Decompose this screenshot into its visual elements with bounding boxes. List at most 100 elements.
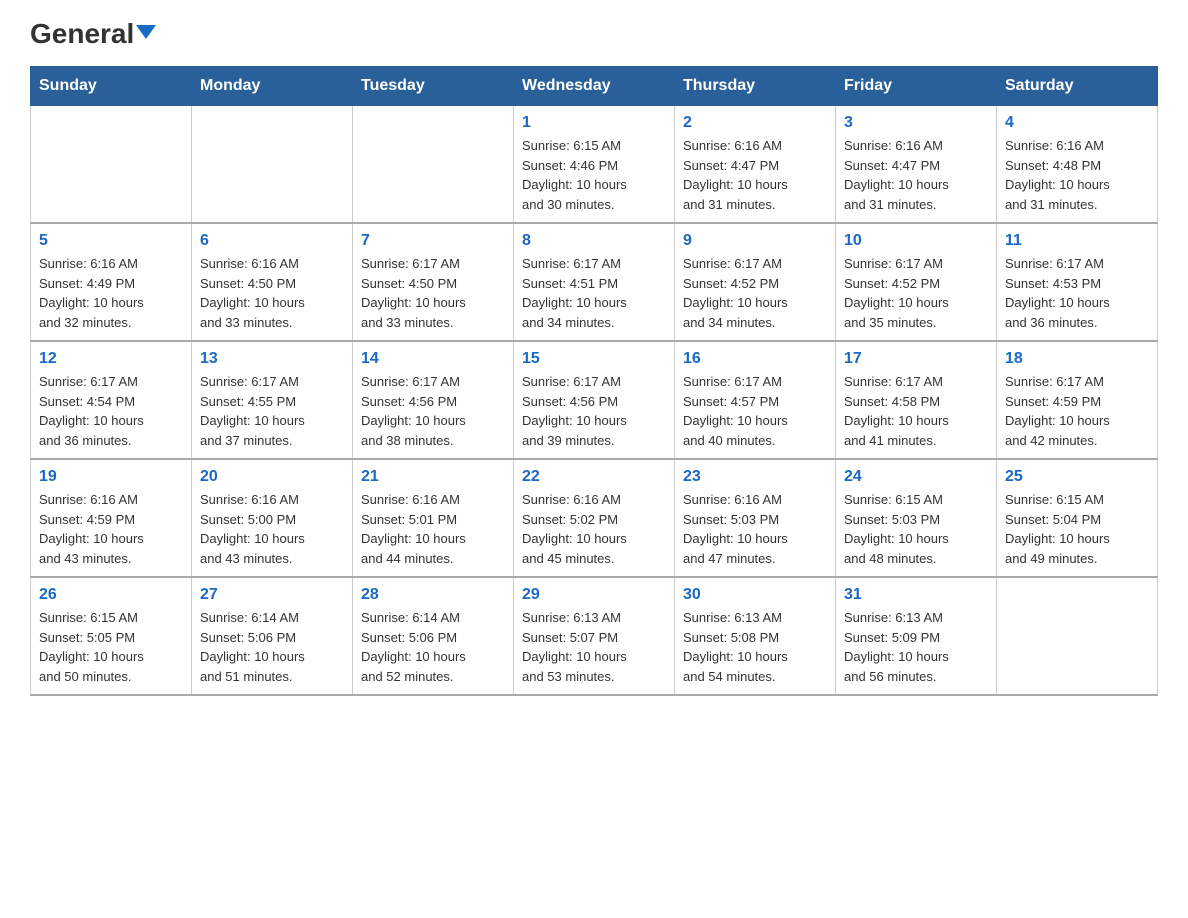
calendar-cell: 25 Sunrise: 6:15 AMSunset: 5:04 PMDayligh… xyxy=(997,459,1158,577)
calendar-week-row: 12 Sunrise: 6:17 AMSunset: 4:54 PMDayligh… xyxy=(31,341,1158,459)
day-number: 24 xyxy=(844,468,988,486)
day-number: 23 xyxy=(683,468,827,486)
day-info: Sunrise: 6:15 AMSunset: 5:05 PMDaylight:… xyxy=(39,608,183,686)
page-header: General xyxy=(30,20,1158,46)
day-info: Sunrise: 6:16 AMSunset: 5:02 PMDaylight:… xyxy=(522,490,666,568)
weekday-header-monday: Monday xyxy=(192,67,353,106)
day-info: Sunrise: 6:17 AMSunset: 4:56 PMDaylight:… xyxy=(522,372,666,450)
calendar-cell: 5 Sunrise: 6:16 AMSunset: 4:49 PMDaylight… xyxy=(31,223,192,341)
day-number: 7 xyxy=(361,232,505,250)
day-info: Sunrise: 6:17 AMSunset: 4:50 PMDaylight:… xyxy=(361,254,505,332)
day-info: Sunrise: 6:14 AMSunset: 5:06 PMDaylight:… xyxy=(361,608,505,686)
weekday-header-friday: Friday xyxy=(836,67,997,106)
day-number: 16 xyxy=(683,350,827,368)
calendar-cell: 20 Sunrise: 6:16 AMSunset: 5:00 PMDayligh… xyxy=(192,459,353,577)
weekday-header-tuesday: Tuesday xyxy=(353,67,514,106)
day-info: Sunrise: 6:13 AMSunset: 5:09 PMDaylight:… xyxy=(844,608,988,686)
day-info: Sunrise: 6:16 AMSunset: 4:47 PMDaylight:… xyxy=(683,136,827,214)
day-number: 2 xyxy=(683,114,827,132)
calendar-cell: 12 Sunrise: 6:17 AMSunset: 4:54 PMDayligh… xyxy=(31,341,192,459)
calendar-cell xyxy=(353,106,514,224)
day-number: 25 xyxy=(1005,468,1149,486)
calendar-cell: 8 Sunrise: 6:17 AMSunset: 4:51 PMDaylight… xyxy=(514,223,675,341)
calendar-cell: 6 Sunrise: 6:16 AMSunset: 4:50 PMDaylight… xyxy=(192,223,353,341)
day-number: 1 xyxy=(522,114,666,132)
day-number: 29 xyxy=(522,586,666,604)
day-number: 22 xyxy=(522,468,666,486)
day-info: Sunrise: 6:13 AMSunset: 5:08 PMDaylight:… xyxy=(683,608,827,686)
calendar-cell: 28 Sunrise: 6:14 AMSunset: 5:06 PMDayligh… xyxy=(353,577,514,695)
calendar-cell: 31 Sunrise: 6:13 AMSunset: 5:09 PMDayligh… xyxy=(836,577,997,695)
calendar-cell: 17Sunrise: 6:17 AMSunset: 4:58 PMDayligh… xyxy=(836,341,997,459)
day-number: 19 xyxy=(39,468,183,486)
day-info: Sunrise: 6:15 AMSunset: 5:03 PMDaylight:… xyxy=(844,490,988,568)
calendar-cell: 27 Sunrise: 6:14 AMSunset: 5:06 PMDayligh… xyxy=(192,577,353,695)
day-info: Sunrise: 6:16 AMSunset: 4:47 PMDaylight:… xyxy=(844,136,988,214)
day-info: Sunrise: 6:17 AMSunset: 4:55 PMDaylight:… xyxy=(200,372,344,450)
weekday-header-thursday: Thursday xyxy=(675,67,836,106)
day-info: Sunrise: 6:14 AMSunset: 5:06 PMDaylight:… xyxy=(200,608,344,686)
day-number: 27 xyxy=(200,586,344,604)
calendar-week-row: 26Sunrise: 6:15 AMSunset: 5:05 PMDayligh… xyxy=(31,577,1158,695)
calendar-cell: 3 Sunrise: 6:16 AMSunset: 4:47 PMDaylight… xyxy=(836,106,997,224)
calendar-cell: 21 Sunrise: 6:16 AMSunset: 5:01 PMDayligh… xyxy=(353,459,514,577)
calendar-week-row: 1Sunrise: 6:15 AMSunset: 4:46 PMDaylight… xyxy=(31,106,1158,224)
day-info: Sunrise: 6:16 AMSunset: 5:01 PMDaylight:… xyxy=(361,490,505,568)
day-info: Sunrise: 6:16 AMSunset: 4:48 PMDaylight:… xyxy=(1005,136,1149,214)
calendar-week-row: 5 Sunrise: 6:16 AMSunset: 4:49 PMDaylight… xyxy=(31,223,1158,341)
day-info: Sunrise: 6:15 AMSunset: 5:04 PMDaylight:… xyxy=(1005,490,1149,568)
calendar-cell: 15 Sunrise: 6:17 AMSunset: 4:56 PMDayligh… xyxy=(514,341,675,459)
logo: General xyxy=(30,20,156,46)
day-info: Sunrise: 6:16 AMSunset: 4:59 PMDaylight:… xyxy=(39,490,183,568)
day-number: 20 xyxy=(200,468,344,486)
day-info: Sunrise: 6:16 AMSunset: 5:00 PMDaylight:… xyxy=(200,490,344,568)
calendar-cell: 30 Sunrise: 6:13 AMSunset: 5:08 PMDayligh… xyxy=(675,577,836,695)
day-number: 10 xyxy=(844,232,988,250)
calendar-cell: 11Sunrise: 6:17 AMSunset: 4:53 PMDayligh… xyxy=(997,223,1158,341)
calendar-cell xyxy=(192,106,353,224)
calendar-cell: 19 Sunrise: 6:16 AMSunset: 4:59 PMDayligh… xyxy=(31,459,192,577)
weekday-header-saturday: Saturday xyxy=(997,67,1158,106)
day-number: 17 xyxy=(844,350,988,368)
day-info: Sunrise: 6:16 AMSunset: 4:50 PMDaylight:… xyxy=(200,254,344,332)
day-number: 30 xyxy=(683,586,827,604)
calendar-cell xyxy=(31,106,192,224)
day-number: 14 xyxy=(361,350,505,368)
weekday-header-sunday: Sunday xyxy=(31,67,192,106)
day-number: 8 xyxy=(522,232,666,250)
calendar-cell: 13Sunrise: 6:17 AMSunset: 4:55 PMDayligh… xyxy=(192,341,353,459)
day-info: Sunrise: 6:17 AMSunset: 4:56 PMDaylight:… xyxy=(361,372,505,450)
day-number: 31 xyxy=(844,586,988,604)
calendar-cell: 16Sunrise: 6:17 AMSunset: 4:57 PMDayligh… xyxy=(675,341,836,459)
day-info: Sunrise: 6:13 AMSunset: 5:07 PMDaylight:… xyxy=(522,608,666,686)
day-info: Sunrise: 6:16 AMSunset: 4:49 PMDaylight:… xyxy=(39,254,183,332)
calendar-cell: 4 Sunrise: 6:16 AMSunset: 4:48 PMDaylight… xyxy=(997,106,1158,224)
day-number: 5 xyxy=(39,232,183,250)
calendar-cell xyxy=(997,577,1158,695)
day-number: 15 xyxy=(522,350,666,368)
day-number: 12 xyxy=(39,350,183,368)
day-info: Sunrise: 6:17 AMSunset: 4:52 PMDaylight:… xyxy=(844,254,988,332)
day-number: 4 xyxy=(1005,114,1149,132)
day-number: 18 xyxy=(1005,350,1149,368)
calendar-cell: 29 Sunrise: 6:13 AMSunset: 5:07 PMDayligh… xyxy=(514,577,675,695)
day-number: 3 xyxy=(844,114,988,132)
day-info: Sunrise: 6:16 AMSunset: 5:03 PMDaylight:… xyxy=(683,490,827,568)
calendar-cell: 2 Sunrise: 6:16 AMSunset: 4:47 PMDaylight… xyxy=(675,106,836,224)
weekday-header-wednesday: Wednesday xyxy=(514,67,675,106)
calendar-cell: 1Sunrise: 6:15 AMSunset: 4:46 PMDaylight… xyxy=(514,106,675,224)
logo-triangle-icon xyxy=(136,25,156,39)
calendar-cell: 18Sunrise: 6:17 AMSunset: 4:59 PMDayligh… xyxy=(997,341,1158,459)
calendar-cell: 14 Sunrise: 6:17 AMSunset: 4:56 PMDayligh… xyxy=(353,341,514,459)
day-number: 21 xyxy=(361,468,505,486)
day-info: Sunrise: 6:17 AMSunset: 4:54 PMDaylight:… xyxy=(39,372,183,450)
day-info: Sunrise: 6:17 AMSunset: 4:52 PMDaylight:… xyxy=(683,254,827,332)
calendar-cell: 26Sunrise: 6:15 AMSunset: 5:05 PMDayligh… xyxy=(31,577,192,695)
calendar-week-row: 19 Sunrise: 6:16 AMSunset: 4:59 PMDayligh… xyxy=(31,459,1158,577)
calendar-cell: 24 Sunrise: 6:15 AMSunset: 5:03 PMDayligh… xyxy=(836,459,997,577)
day-info: Sunrise: 6:17 AMSunset: 4:51 PMDaylight:… xyxy=(522,254,666,332)
day-number: 28 xyxy=(361,586,505,604)
day-number: 11 xyxy=(1005,232,1149,250)
calendar-cell: 22 Sunrise: 6:16 AMSunset: 5:02 PMDayligh… xyxy=(514,459,675,577)
day-number: 6 xyxy=(200,232,344,250)
